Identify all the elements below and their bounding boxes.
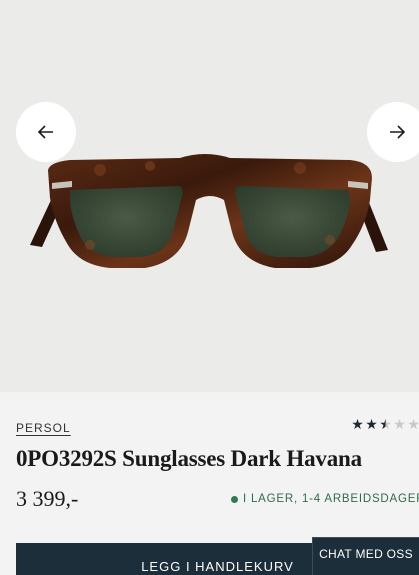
arrow-right-icon: [390, 125, 406, 139]
arrow-left-icon: [37, 125, 53, 139]
product-gallery: [0, 0, 419, 392]
chat-button[interactable]: CHAT MED OSS: [312, 537, 419, 575]
star-empty-icon: ★: [393, 416, 406, 432]
product-title: 0PO3292S Sunglasses Dark Havana: [16, 446, 362, 471]
rating-stars[interactable]: ★ ★ ★ ★ ★: [351, 416, 419, 432]
gallery-next-button[interactable]: [367, 102, 419, 162]
product-image: [30, 154, 388, 268]
brand-link[interactable]: PERSOL: [16, 421, 71, 435]
star-half-icon: ★: [379, 416, 392, 432]
stock-dot-icon: [231, 495, 238, 503]
star-icon: ★: [365, 416, 378, 432]
product-price: 3 399,-: [16, 486, 79, 511]
star-icon: ★: [351, 416, 364, 432]
star-empty-icon: ★: [407, 416, 419, 432]
gallery-prev-button[interactable]: [16, 102, 76, 162]
stock-status-label: I LAGER, 1-4 ARBEIDSDAGER: [243, 493, 419, 505]
stock-status: I LAGER, 1-4 ARBEIDSDAGER: [231, 493, 419, 505]
